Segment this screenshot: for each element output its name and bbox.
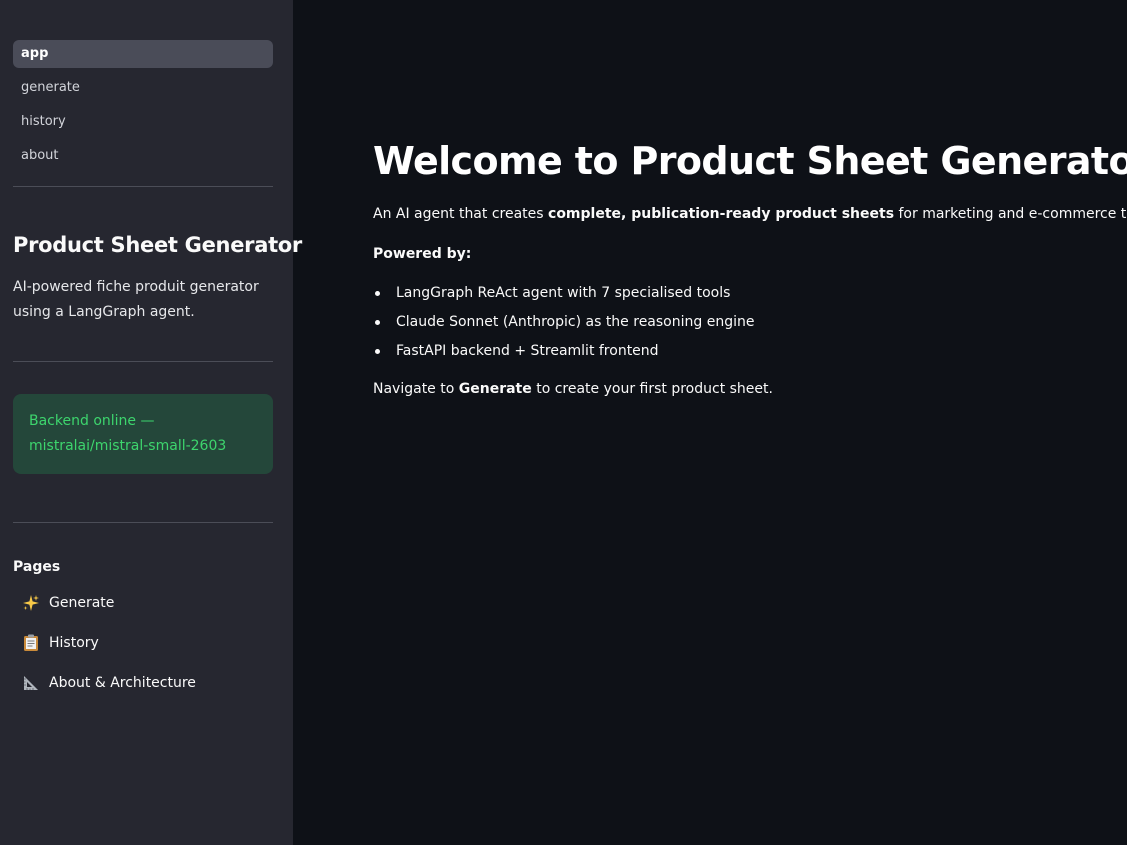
page-link-history[interactable]: History <box>13 627 273 659</box>
app-window: app generate history about Product Sheet… <box>0 0 1127 845</box>
triangular-ruler-icon <box>21 673 41 693</box>
sidebar-divider <box>13 186 273 187</box>
navigate-text-part: to create your first product sheet. <box>531 381 773 397</box>
powered-by-heading: Powered by: <box>373 246 472 262</box>
page-title: Welcome to Product Sheet Generator <box>373 139 1127 183</box>
sparkles-icon <box>21 593 41 613</box>
list-item: FastAPI backend + Streamlit frontend <box>373 342 1127 371</box>
clipboard-icon <box>21 633 41 653</box>
page-link-label: About & Architecture <box>49 675 196 691</box>
nav-item-history[interactable]: history <box>13 108 273 136</box>
main-content: Welcome to Product Sheet Generator An AI… <box>293 0 1127 845</box>
page-link-label: History <box>49 635 99 651</box>
navigate-text: Navigate to Generate to create your firs… <box>373 381 1127 397</box>
page-link-label: Generate <box>49 595 115 611</box>
sidebar-description: AI-powered fiche produit generator using… <box>13 279 259 320</box>
nav-item-app[interactable]: app <box>13 40 273 68</box>
page-link-about[interactable]: About & Architecture <box>13 667 273 699</box>
intro-text: An AI agent that creates complete, publi… <box>373 206 1127 222</box>
nav-item-about[interactable]: about <box>13 142 273 170</box>
sidebar-divider <box>13 522 273 523</box>
sidebar: app generate history about Product Sheet… <box>0 0 302 845</box>
intro-text-part: for marketing and e-commerce teams. <box>898 206 1127 222</box>
sidebar-divider <box>13 361 273 362</box>
list-item: LangGraph ReAct agent with 7 specialised… <box>373 284 1127 313</box>
sidebar-nav: app generate history about <box>13 40 273 170</box>
pages-heading: Pages <box>13 559 61 575</box>
page-link-generate[interactable]: Generate <box>13 587 273 619</box>
navigate-text-bold: Generate <box>458 381 532 397</box>
sidebar-title: Product Sheet Generator <box>13 233 302 257</box>
nav-item-generate[interactable]: generate <box>13 74 273 102</box>
navigate-text-part: Navigate to <box>373 381 459 397</box>
intro-text-part: An AI agent that creates <box>373 206 549 222</box>
backend-status-banner: Backend online — mistralai/mistral-small… <box>13 394 273 474</box>
intro-text-bold: complete, publication-ready product shee… <box>548 206 895 222</box>
features-list: LangGraph ReAct agent with 7 specialised… <box>373 284 1127 371</box>
list-item: Claude Sonnet (Anthropic) as the reasoni… <box>373 313 1127 342</box>
